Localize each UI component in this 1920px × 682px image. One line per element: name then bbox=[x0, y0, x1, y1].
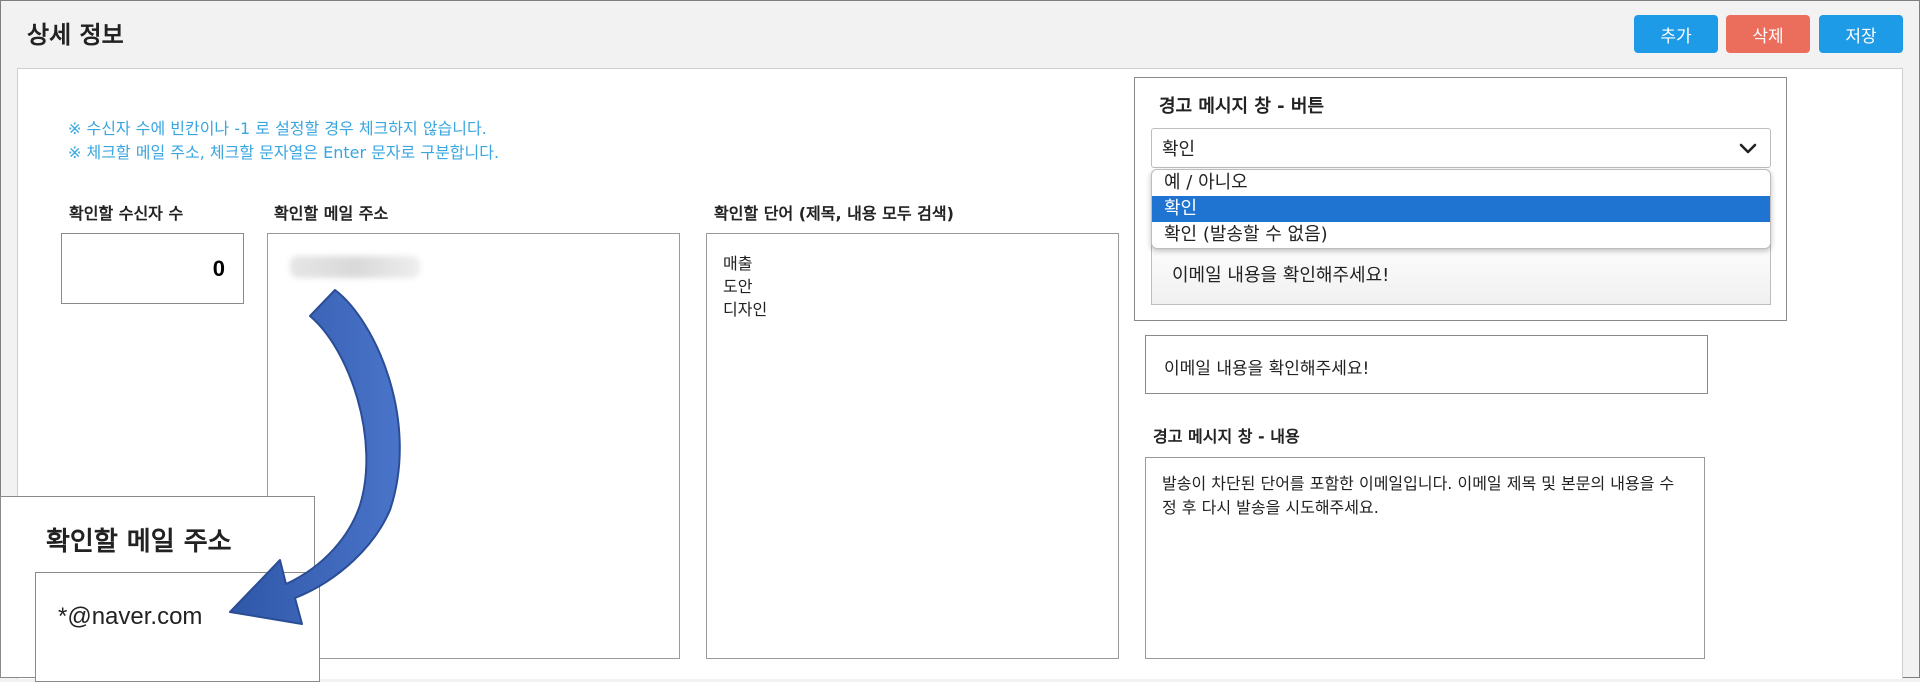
page-title: 상세 정보 bbox=[27, 21, 124, 49]
words-label: 확인할 단어 (제목, 내용 모두 검색) bbox=[714, 204, 954, 223]
word-item: 매출 bbox=[723, 254, 753, 273]
zoom-callout-label: 확인할 메일 주소 bbox=[46, 527, 232, 557]
chevron-down-icon bbox=[1739, 143, 1757, 154]
option-yes-no[interactable]: 예 / 아니오 bbox=[1152, 170, 1770, 196]
alert-content-label: 경고 메시지 창 - 내용 bbox=[1153, 427, 1300, 446]
curved-arrow-icon bbox=[229, 289, 401, 625]
recipient-count-label: 확인할 수신자 수 bbox=[69, 204, 184, 223]
zoom-callout-value: *@naver.com bbox=[58, 603, 203, 630]
alert-button-selected: 확인 bbox=[1162, 139, 1196, 160]
word-item: 디자인 bbox=[723, 300, 768, 319]
alert-button-select[interactable]: 확인 bbox=[1151, 128, 1771, 168]
alert-content-textarea[interactable]: 발송이 차단된 단어를 포함한 이메일입니다. 이메일 제목 및 본문의 내용을… bbox=[1145, 457, 1705, 659]
blurred-email-value bbox=[290, 256, 420, 278]
notice-line-2: ※ 체크할 메일 주소, 체크할 문자열은 Enter 문자로 구분합니다. bbox=[68, 143, 500, 162]
delete-button[interactable]: 삭제 bbox=[1726, 15, 1810, 53]
words-textarea[interactable]: 매출 도안 디자인 bbox=[706, 233, 1119, 659]
message-box-text: 이메일 내용을 확인해주세요! bbox=[1164, 359, 1370, 379]
message-box[interactable]: 이메일 내용을 확인해주세요! bbox=[1145, 335, 1708, 394]
alert-button-title: 경고 메시지 창 - 버튼 bbox=[1159, 96, 1325, 117]
notice-line-1: ※ 수신자 수에 빈칸이나 -1 로 설정할 경우 체크하지 않습니다. bbox=[68, 119, 487, 138]
add-button[interactable]: 추가 bbox=[1634, 15, 1718, 53]
alert-button-options: 예 / 아니오 확인 확인 (발송할 수 없음) bbox=[1151, 169, 1771, 249]
alert-preview-text: 이메일 내용을 확인해주세요! bbox=[1172, 265, 1390, 286]
option-confirm[interactable]: 확인 bbox=[1152, 196, 1770, 222]
word-item: 도안 bbox=[723, 277, 753, 296]
option-confirm-no-send[interactable]: 확인 (발송할 수 없음) bbox=[1152, 222, 1770, 248]
email-label: 확인할 메일 주소 bbox=[274, 204, 389, 223]
save-button[interactable]: 저장 bbox=[1819, 15, 1903, 53]
